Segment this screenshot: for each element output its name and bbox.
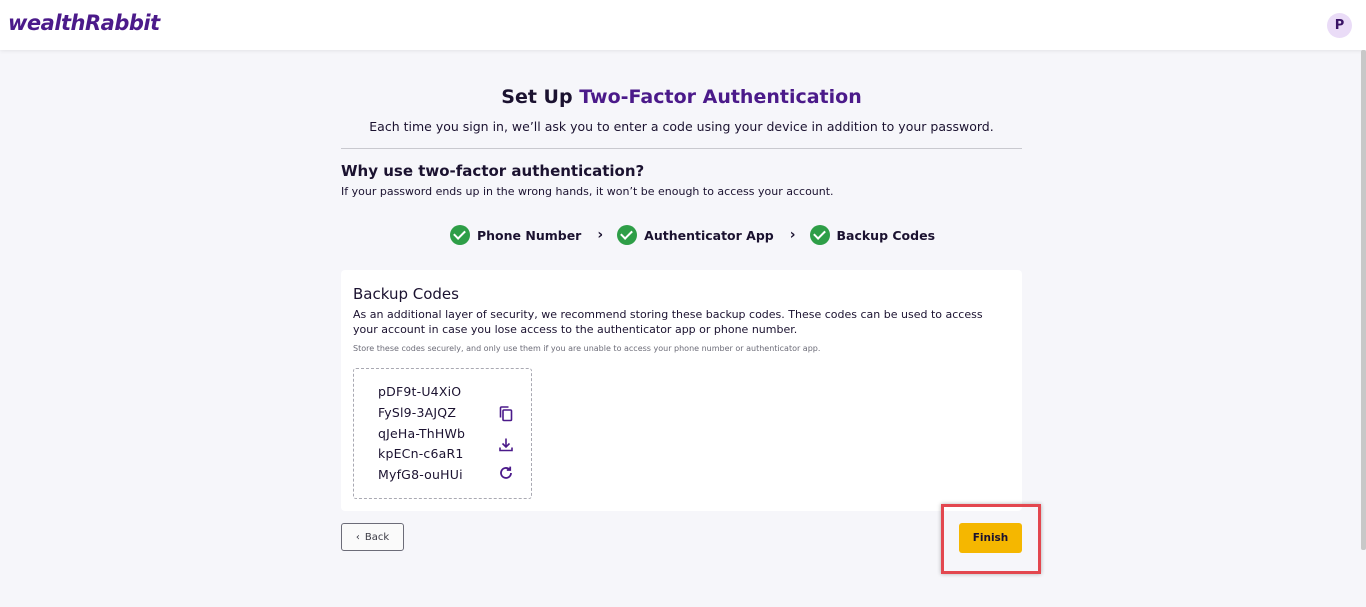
back-button-label: Back [364, 531, 390, 543]
backup-code: pDF9t-U4XiO [378, 384, 462, 399]
copy-icon[interactable] [497, 405, 515, 423]
backup-codes-card: Backup Codes As an additional layer of s… [341, 270, 1022, 511]
title-prefix: Set Up [501, 86, 580, 108]
top-navbar: wealthRabbit P [0, 0, 1366, 50]
why-2fa-text: If your password ends up in the wrong ha… [341, 185, 834, 198]
page-scrollbar[interactable] [1361, 50, 1366, 550]
chevron-right-icon: › [789, 227, 796, 243]
backup-code: qJeHa-ThHWb [378, 426, 466, 441]
step-label: Authenticator App [644, 227, 774, 243]
step-phone-number: Phone Number [450, 225, 581, 245]
step-label: Backup Codes [836, 227, 936, 243]
chevron-right-icon: › [597, 227, 604, 243]
highlight-box [941, 504, 1041, 574]
backup-code: kpECn-c6aR1 [378, 446, 464, 461]
step-authenticator-app: Authenticator App [617, 225, 774, 245]
backup-codes-list: pDF9t-U4XiO FySl9-3AJQZ qJeHa-ThHWb kpEC… [353, 368, 532, 499]
page-subtitle: Each time you sign in, we’ll ask you to … [369, 119, 994, 134]
backup-code: FySl9-3AJQZ [378, 405, 457, 420]
backup-codes-description: As an additional layer of security, we r… [353, 308, 983, 336]
logo-text-rabbit: Rabbit [85, 11, 160, 35]
check-circle-icon [450, 225, 470, 245]
check-circle-icon [809, 225, 830, 245]
backup-code: MyfG8-ouHUi [378, 467, 463, 482]
backup-codes-title: Backup Codes [353, 285, 459, 303]
setup-stepper: Phone Number › Authenticator App › Backu… [450, 225, 935, 245]
step-backup-codes: Backup Codes [809, 225, 936, 245]
page-title: Set Up Two-Factor Authentication [341, 86, 1022, 108]
step-label: Phone Number [477, 227, 582, 243]
title-accent: Two-Factor Authentication [579, 86, 862, 108]
check-circle-icon [617, 225, 638, 245]
back-button[interactable]: ‹ Back [341, 523, 404, 551]
chevron-left-icon: ‹ [355, 531, 360, 543]
why-2fa-heading: Why use two-factor authentication? [341, 162, 645, 180]
backup-codes-note: Store these codes securely, and only use… [353, 344, 821, 353]
logo-text-wealth: wealth [8, 11, 86, 35]
wealthrabbit-logo[interactable]: wealthRabbit [8, 11, 160, 35]
section-divider [341, 148, 1022, 149]
refresh-icon[interactable] [497, 464, 515, 482]
download-icon[interactable] [497, 436, 515, 454]
user-avatar[interactable]: P [1327, 13, 1352, 38]
